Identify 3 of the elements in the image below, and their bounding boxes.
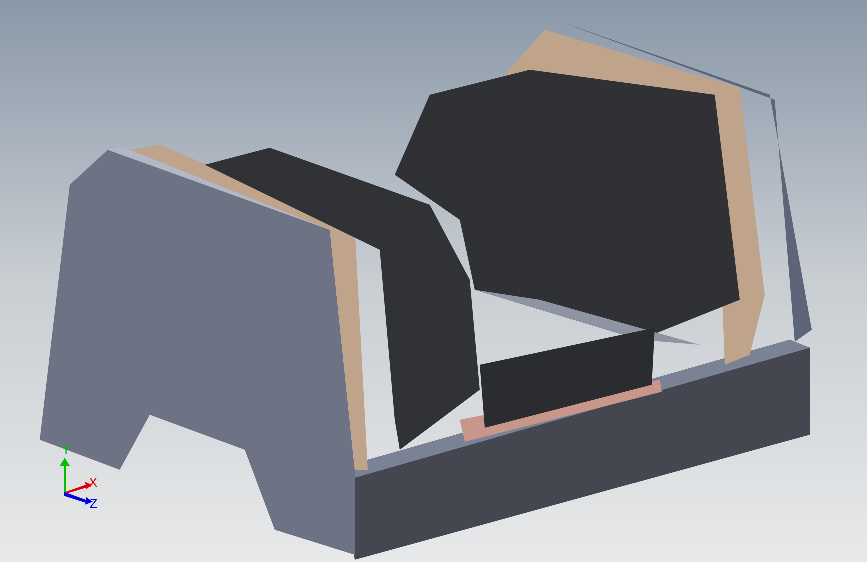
axis-label: Y: [62, 443, 71, 456]
axis-label: X: [89, 476, 98, 489]
axis-label: Z: [90, 497, 98, 510]
